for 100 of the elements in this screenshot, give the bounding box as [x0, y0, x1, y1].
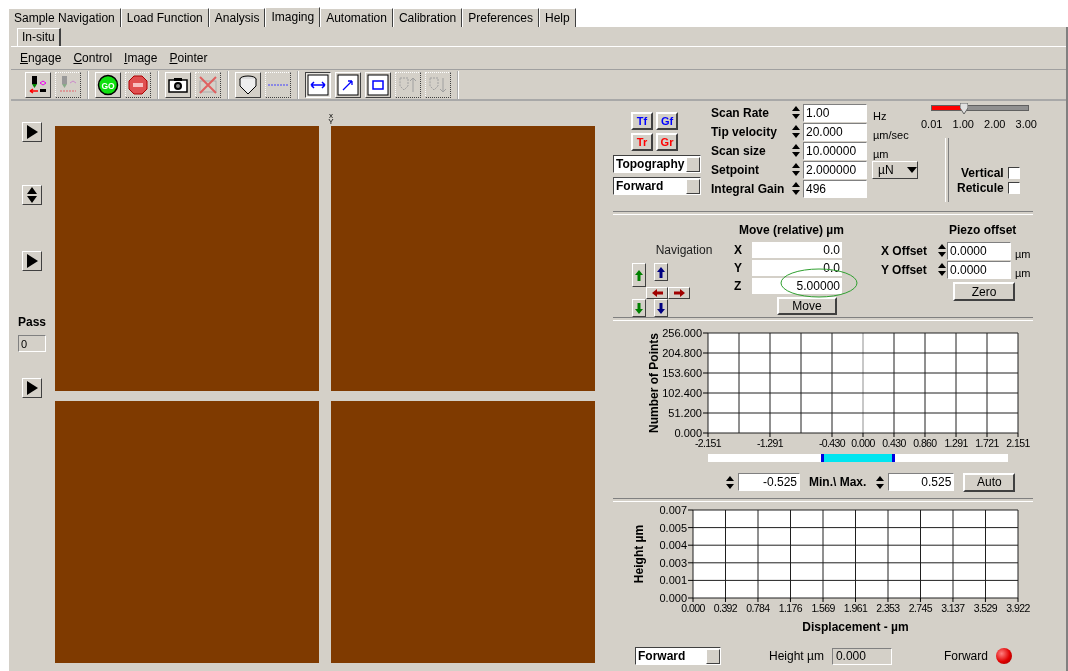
spinner-icon[interactable]: [791, 104, 801, 121]
parameter-field[interactable]: 10.00000: [803, 141, 867, 160]
nav-button[interactable]: [632, 263, 646, 287]
move-field[interactable]: 0.0: [751, 240, 843, 259]
tab[interactable]: Imaging: [265, 7, 321, 28]
spinner-icon[interactable]: [791, 161, 801, 178]
tab[interactable]: Analysis: [208, 8, 266, 27]
parameter-field[interactable]: 1.00: [803, 103, 867, 122]
menu-item[interactable]: Pointer: [169, 51, 208, 65]
menu-item[interactable]: Image: [124, 51, 158, 65]
checkbox[interactable]: [1007, 182, 1020, 194]
crossed-camera-icon: [197, 73, 219, 96]
tick-label: 1.176: [778, 602, 803, 614]
stop-icon: [127, 73, 149, 96]
caret-icon: [907, 166, 917, 173]
parameter-label: Scan size: [711, 143, 767, 158]
tick-label: 0.000: [681, 602, 705, 614]
channel-select[interactable]: Topography: [613, 155, 701, 173]
tick-label: 0.01: [921, 117, 943, 130]
tab[interactable]: In-situ: [17, 28, 61, 46]
tab[interactable]: Load Function: [120, 8, 209, 27]
tick-label: 0.007: [659, 504, 687, 516]
tick-label: 0.000: [659, 592, 687, 604]
tick-label: 0.001: [659, 574, 687, 587]
tick-label: -2.151: [694, 437, 722, 449]
menu-item[interactable]: Engage: [20, 51, 62, 65]
pass-label: Pass: [18, 315, 46, 329]
checkbox[interactable]: [1007, 167, 1020, 179]
parameter-field[interactable]: 20.000: [803, 122, 867, 141]
rate-slider[interactable]: [931, 105, 1029, 111]
direction-select[interactable]: Forward: [613, 177, 701, 195]
axis-label: Y: [733, 261, 743, 276]
checkbox-label: Vertical: [961, 166, 1004, 180]
parameter-label: Scan Rate: [711, 105, 771, 120]
nav-button[interactable]: [646, 287, 668, 299]
navigation-label: Navigation: [655, 243, 713, 257]
direction-select[interactable]: Forward: [635, 647, 721, 665]
max-field[interactable]: 0.525: [888, 473, 955, 491]
menu-item[interactable]: Control: [73, 51, 113, 65]
spinner-icon[interactable]: [791, 180, 801, 197]
offset-label: Y Offset: [881, 262, 928, 277]
tab[interactable]: Calibration: [392, 8, 463, 27]
unit-label: µm: [1014, 248, 1031, 260]
play-button[interactable]: [22, 251, 42, 271]
line-icon: [268, 83, 288, 86]
tick-label: 0.000: [674, 427, 702, 439]
tick-label: 3.529: [973, 602, 998, 614]
offset-label: X Offset: [881, 243, 928, 258]
parameter-field[interactable]: 2.000000: [803, 160, 867, 179]
tab[interactable]: Help: [538, 8, 576, 27]
spinner-icon[interactable]: [791, 142, 801, 159]
min-field[interactable]: -0.525: [738, 473, 800, 491]
offset-field[interactable]: 0.0000: [947, 241, 1011, 260]
tick-label: 2.745: [908, 602, 933, 614]
up-down-icon: [27, 187, 37, 203]
move-field[interactable]: 0.0: [751, 259, 843, 278]
tick-label: 0.004: [659, 539, 687, 552]
tick-label: 3.922: [1006, 602, 1030, 614]
auto-button[interactable]: Auto: [963, 472, 1016, 492]
pass-field[interactable]: 0: [18, 335, 46, 352]
height-field[interactable]: 0.000: [831, 647, 892, 665]
unit-label: Hz: [872, 110, 888, 122]
zero-button[interactable]: Zero: [953, 282, 1015, 301]
tab[interactable]: Preferences: [462, 8, 539, 27]
tick-label: 1.00: [952, 117, 974, 130]
tick-label: 256.000: [662, 327, 702, 339]
tick-label: 0.860: [913, 437, 937, 449]
tick-label: 0.003: [659, 556, 687, 569]
axis-title: Displacement - µm: [802, 620, 909, 634]
parameter-label: Tip velocity: [711, 124, 778, 139]
axis-label: Z: [733, 279, 743, 294]
spinner-icon[interactable]: [791, 123, 801, 140]
unit-select[interactable]: µN: [872, 160, 918, 179]
toolbar-button[interactable]: [305, 71, 331, 98]
trace-button[interactable]: Tf: [631, 112, 653, 130]
tab[interactable]: Sample Navigation: [8, 8, 121, 27]
play-button[interactable]: [22, 378, 42, 398]
move-field[interactable]: 5.00000: [751, 277, 843, 296]
tick-label: 51.200: [668, 407, 702, 419]
tick-label: 1.291: [944, 437, 968, 449]
tick-label: -1.291: [756, 437, 784, 449]
tick-label: 3.00: [1015, 117, 1037, 130]
tick-label: 0.005: [659, 521, 687, 534]
axis-title: Height µm: [632, 524, 646, 584]
axis-title: Number of Points: [647, 333, 661, 433]
tick-label: 1.721: [975, 437, 999, 449]
play-button[interactable]: [22, 122, 42, 142]
probe-icon: [27, 73, 49, 96]
offset-field[interactable]: 0.0000: [947, 260, 1011, 279]
nav-button[interactable]: [668, 287, 690, 299]
tab[interactable]: Automation: [320, 8, 393, 27]
play-icon: [26, 125, 38, 139]
spinner-button[interactable]: [22, 185, 42, 205]
move-button[interactable]: Move: [777, 296, 837, 315]
tick-label: 153.600: [662, 367, 702, 379]
slider-thumb[interactable]: [959, 103, 968, 114]
section-title: Piezo offset: [949, 223, 1018, 237]
parameter-field[interactable]: 496: [803, 179, 867, 198]
parameter-label: Setpoint: [711, 162, 760, 177]
trace-button[interactable]: Gf: [656, 112, 678, 130]
